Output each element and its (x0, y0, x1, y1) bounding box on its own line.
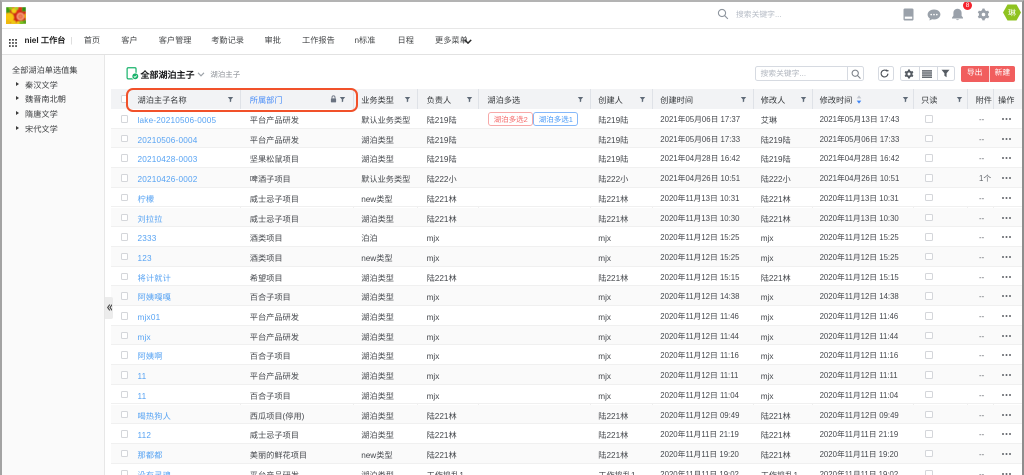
svg-text:琳: 琳 (1008, 8, 1016, 19)
